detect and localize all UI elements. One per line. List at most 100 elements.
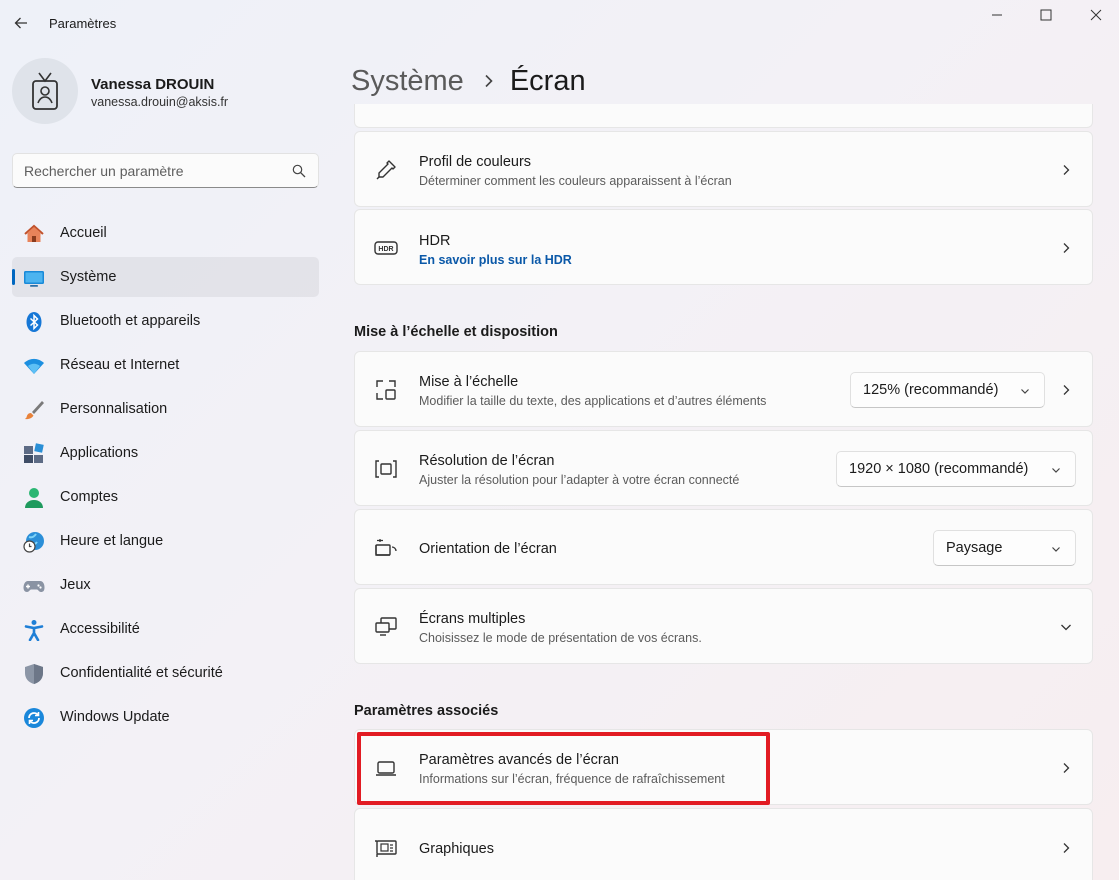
card-subtitle: Modifier la taille du texte, des applica… [419, 394, 767, 408]
breadcrumb-parent[interactable]: Système [351, 65, 464, 98]
search-input[interactable] [24, 161, 284, 181]
orientation-card: Orientation de l’écran Paysage [354, 509, 1093, 585]
sidebar-item-systeme[interactable]: Système [12, 257, 319, 297]
dropdown-value: 1920 × 1080 (recommandé) [849, 461, 1029, 477]
sidebar-item-label: Réseau et Internet [60, 357, 180, 373]
hdr-learn-more-link[interactable]: En savoir plus sur la HDR [419, 253, 572, 267]
back-button[interactable] [8, 10, 34, 36]
section-title: Mise à l’échelle et disposition [354, 324, 558, 340]
sidebar-item-label: Personnalisation [60, 401, 168, 417]
breadcrumb: Système Écran [351, 60, 586, 102]
sidebar-item-label: Accueil [60, 225, 107, 241]
resolution-card: Résolution de l’écran Ajuster la résolut… [354, 430, 1093, 506]
card-subtitle: Déterminer comment les couleurs apparais… [419, 174, 732, 188]
sidebar-item-heure[interactable]: Heure et langue [12, 521, 319, 561]
monitor-icon [23, 267, 45, 289]
search-icon[interactable] [292, 164, 306, 178]
minimize-icon [992, 14, 1002, 16]
title-bar: Paramètres [0, 0, 1119, 46]
user-profile[interactable]: Vanessa DROUIN vanessa.drouin@aksis.fr [12, 58, 312, 126]
sidebar-item-label: Comptes [60, 489, 119, 505]
card-title: Résolution de l’écran [419, 453, 555, 469]
graphics-card-icon [373, 835, 399, 861]
gamepad-icon [23, 575, 45, 597]
apps-icon [23, 443, 45, 465]
orientation-dropdown[interactable]: Paysage [933, 530, 1076, 566]
card-title: Orientation de l’écran [419, 541, 557, 557]
sidebar-item-label: Système [60, 269, 117, 285]
dropdown-value: 125% (recommandé) [863, 382, 999, 398]
graphics-card[interactable]: Graphiques [354, 808, 1093, 880]
card-title: Graphiques [419, 841, 494, 857]
card-title: Écrans multiples [419, 611, 526, 627]
search-box[interactable] [12, 153, 319, 188]
card-subtitle: Informations sur l’écran, fréquence de r… [419, 772, 725, 786]
person-icon [23, 487, 45, 509]
sidebar-item-jeux[interactable]: Jeux [12, 565, 319, 605]
chevron-right-icon [485, 74, 493, 88]
resolution-dropdown[interactable]: 1920 × 1080 (recommandé) [836, 451, 1076, 487]
card-partial [354, 104, 1093, 128]
card-title: Profil de couleurs [419, 154, 532, 170]
sidebar-item-label: Confidentialité et sécurité [60, 665, 223, 681]
user-email: vanessa.drouin@aksis.fr [91, 95, 229, 109]
brush-icon [23, 399, 45, 421]
sidebar-item-bluetooth[interactable]: Bluetooth et appareils [12, 301, 319, 341]
shield-icon [23, 663, 45, 685]
scale-icon [373, 377, 399, 403]
sidebar-item-windows-update[interactable]: Windows Update [12, 697, 319, 737]
sidebar-item-applications[interactable]: Applications [12, 433, 319, 473]
hdr-card[interactable]: HDR HDR En savoir plus sur la HDR [354, 209, 1093, 285]
maximize-icon [1040, 9, 1052, 21]
sidebar-item-label: Applications [60, 445, 139, 461]
chevron-right-icon [1063, 763, 1070, 773]
card-title: Mise à l’échelle [419, 374, 519, 390]
sidebar-nav: Accueil Système Bluetooth et appareils R… [12, 213, 319, 741]
sidebar-item-label: Accessibilité [60, 621, 140, 637]
card-title: Paramètres avancés de l’écran [419, 752, 619, 768]
app-title: Paramètres [49, 16, 117, 31]
chevron-right-icon[interactable] [1060, 384, 1072, 396]
sidebar-item-comptes[interactable]: Comptes [12, 477, 319, 517]
multiple-displays-card[interactable]: Écrans multiples Choisissez le mode de p… [354, 588, 1093, 664]
card-subtitle: Ajuster la résolution pour l’adapter à v… [419, 473, 740, 487]
sidebar-item-label: Heure et langue [60, 533, 164, 549]
sidebar-item-reseau[interactable]: Réseau et Internet [12, 345, 319, 385]
chevron-right-icon [1063, 243, 1070, 253]
avatar [12, 58, 78, 124]
minimize-button[interactable] [972, 0, 1022, 30]
wifi-icon [23, 355, 45, 377]
sidebar-item-accessibilite[interactable]: Accessibilité [12, 609, 319, 649]
svg-text:HDR: HDR [378, 246, 393, 253]
chevron-down-icon [1052, 468, 1060, 473]
update-icon [23, 707, 45, 729]
sidebar-item-confidentialite[interactable]: Confidentialité et sécurité [12, 653, 319, 693]
home-icon [23, 223, 45, 245]
chevron-right-icon [1063, 843, 1070, 853]
bluetooth-icon [23, 311, 45, 333]
card-subtitle: Choisissez le mode de présentation de vo… [419, 631, 702, 645]
eyedropper-icon [373, 157, 399, 183]
color-profile-card[interactable]: Profil de couleurs Déterminer comment le… [354, 131, 1093, 207]
orientation-icon [373, 535, 399, 561]
laptop-icon [373, 755, 399, 781]
resolution-icon [373, 456, 399, 482]
hdr-icon: HDR [373, 235, 399, 261]
advanced-display-card[interactable]: Paramètres avancés de l’écran Informatio… [354, 729, 1093, 805]
close-icon [1090, 9, 1102, 21]
maximize-button[interactable] [1021, 0, 1071, 30]
sidebar-item-label: Windows Update [60, 709, 170, 725]
close-button[interactable] [1071, 0, 1119, 30]
scale-dropdown[interactable]: 125% (recommandé) [850, 372, 1045, 408]
user-name: Vanessa DROUIN [91, 76, 215, 93]
chevron-down-icon [1021, 389, 1029, 394]
card-title: HDR [419, 233, 451, 249]
chevron-down-icon[interactable] [1060, 621, 1072, 633]
accessibility-icon [23, 619, 45, 641]
chevron-right-icon [1063, 165, 1070, 175]
chevron-down-icon [1052, 547, 1060, 552]
sidebar-item-accueil[interactable]: Accueil [12, 213, 319, 253]
scale-card[interactable]: Mise à l’échelle Modifier la taille du t… [354, 351, 1093, 427]
sidebar-item-personnalisation[interactable]: Personnalisation [12, 389, 319, 429]
sidebar-item-label: Jeux [60, 577, 91, 593]
